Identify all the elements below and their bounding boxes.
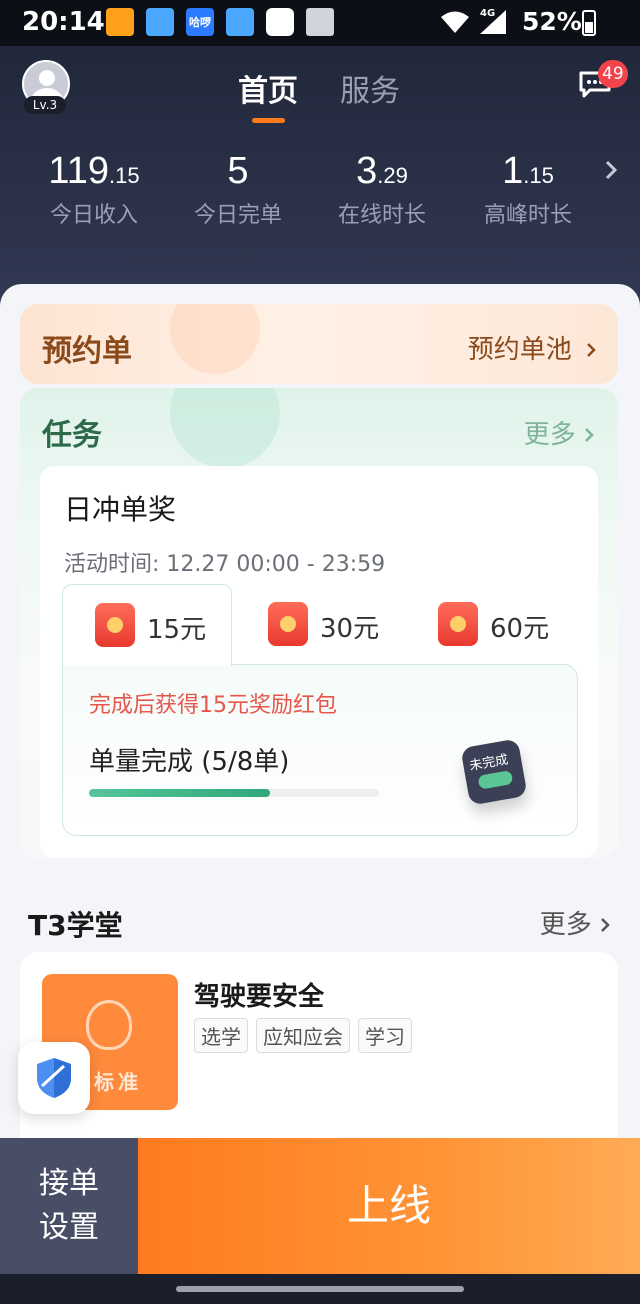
network-type: 4G <box>480 8 496 19</box>
status-time: 20:14 <box>22 7 105 37</box>
stat-today-orders[interactable]: 5 今日完单 <box>168 150 308 229</box>
school-title: T3学堂 <box>28 909 123 942</box>
status-bar: 20:14 哈啰 4G 52% <box>0 0 640 46</box>
red-packet-icon <box>438 602 478 646</box>
telegram-icon <box>146 8 174 36</box>
telegram-icon <box>226 8 254 36</box>
course-title: 驾驶要安全 <box>194 982 325 1012</box>
course-card[interactable]: 务标准 驾驶要安全 选学 应知应会 学习 <box>20 952 618 1152</box>
tag: 选学 <box>194 1018 248 1053</box>
red-packet-icon <box>268 602 308 646</box>
chevron-right-icon <box>585 428 594 442</box>
header-area: 20:14 哈啰 4G 52% Lv.3 首页 服务 49 119.15 今日收… <box>0 0 640 330</box>
notification-app-icon <box>106 8 134 36</box>
reward-tab-15[interactable]: 15元 <box>62 584 232 666</box>
tab-home[interactable]: 首页 <box>238 66 298 110</box>
active-tab-indicator <box>252 118 285 123</box>
progress-label: 单量完成 (5/8单) <box>89 747 290 777</box>
reservation-title: 预约单 <box>42 334 132 369</box>
reward-tab-60[interactable]: 60元 <box>406 584 576 664</box>
task-activity-time: 活动时间: 12.27 00:00 - 23:59 <box>64 552 386 577</box>
red-packet-icon <box>95 603 135 647</box>
chevron-right-icon <box>587 343 596 357</box>
person-icon <box>86 1000 132 1050</box>
stat-today-income[interactable]: 119.15 今日收入 <box>24 150 164 229</box>
task-title: 任务 <box>42 418 102 453</box>
order-settings-button[interactable]: 接单 设置 <box>0 1138 138 1274</box>
reservation-pool-link[interactable]: 预约单池 <box>468 329 596 366</box>
image-icon <box>306 8 334 36</box>
reservation-card[interactable]: 预约单 预约单池 <box>20 304 618 384</box>
school-more-link[interactable]: 更多 <box>540 904 610 941</box>
battery-icon <box>582 10 596 36</box>
bottom-bar: 接单 设置 上线 <box>0 1138 640 1304</box>
tab-service[interactable]: 服务 <box>340 66 400 110</box>
reward-message: 完成后获得15元奖励红包 <box>89 693 337 718</box>
status-badge: 未完成 <box>460 738 528 806</box>
go-online-button[interactable]: 上线 <box>138 1138 640 1274</box>
chevron-right-icon <box>601 918 610 932</box>
car-icon <box>266 8 294 36</box>
wifi-icon <box>441 11 469 33</box>
level-badge: Lv.3 <box>24 96 66 114</box>
task-section: 任务 更多 日冲单奖 活动时间: 12.27 00:00 - 23:59 15元… <box>20 388 618 858</box>
tag: 应知应会 <box>256 1018 350 1053</box>
shield-icon <box>37 1058 71 1098</box>
course-tags: 选学 应知应会 学习 <box>194 1018 412 1053</box>
task-card-title: 日冲单奖 <box>64 493 177 526</box>
toggle-icon <box>477 770 514 790</box>
reward-tab-30[interactable]: 30元 <box>236 584 406 664</box>
main-content: 预约单 预约单池 任务 更多 日冲单奖 活动时间: 12.27 00:00 - … <box>0 284 640 1152</box>
progress-bar <box>89 789 379 797</box>
home-indicator[interactable] <box>176 1286 464 1292</box>
task-more-link[interactable]: 更多 <box>524 414 594 451</box>
chevron-right-icon[interactable] <box>604 160 618 180</box>
progress-fill <box>89 789 271 797</box>
safety-shield-button[interactable] <box>18 1042 90 1114</box>
reward-detail-panel: 完成后获得15元奖励红包 单量完成 (5/8单) 未完成 <box>62 664 578 836</box>
hallo-app-icon: 哈啰 <box>186 8 214 36</box>
task-card[interactable]: 日冲单奖 活动时间: 12.27 00:00 - 23:59 15元 30元 6… <box>40 466 598 858</box>
tag: 学习 <box>358 1018 412 1053</box>
message-count-badge: 49 <box>598 60 628 88</box>
stat-online-hours[interactable]: 3.29 在线时长 <box>312 150 452 229</box>
battery-percent: 52% <box>522 7 582 36</box>
stat-peak-hours[interactable]: 1.15 高峰时长 <box>458 150 598 229</box>
